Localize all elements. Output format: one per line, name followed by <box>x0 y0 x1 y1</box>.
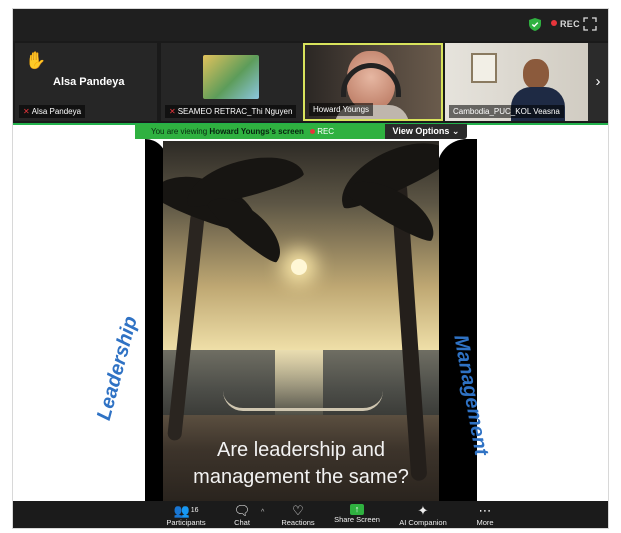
rec-dot-icon <box>551 20 557 26</box>
exit-fullscreen-icon[interactable] <box>583 17 597 31</box>
shared-screen: Are leadership and management the same? … <box>13 139 608 501</box>
participants-button[interactable]: 👥16 Participants <box>163 501 209 528</box>
more-button[interactable]: ⋯ More <box>471 501 499 528</box>
tile-name-label: Cambodia_PUC_KOL Veasna <box>449 105 564 118</box>
mic-muted-icon: ✕ <box>169 107 176 116</box>
tile-big-name: Alsa Pandeya <box>53 76 125 88</box>
video-tile-thi-nguyen[interactable]: ✕ SEAMEO RETRAC_Thi Nguyen <box>161 43 303 121</box>
video-tile-howard[interactable]: Howard Youngs <box>303 43 443 121</box>
hammock <box>223 391 383 411</box>
viewing-banner: You are viewing Howard Youngs's screen R… <box>135 124 385 139</box>
raised-hand-icon: ✋ <box>25 51 47 70</box>
video-tile-alsa[interactable]: ✋ Alsa Pandeya ✕ Alsa Pandeya <box>15 43 157 121</box>
participants-icon: 👥16 <box>173 503 199 518</box>
meeting-toolbar: 👥16 Participants 🗨 Chat ^ ♡ Reactions ↑ … <box>13 501 608 528</box>
sparkle-icon: ✦ <box>417 503 429 518</box>
chevron-up-icon[interactable]: ^ <box>261 509 264 516</box>
slide-word-leadership: Leadership <box>93 313 142 423</box>
top-bar: REC <box>13 9 608 41</box>
rec-dot-icon <box>310 129 316 134</box>
slide-photo: Are leadership and management the same? <box>163 141 439 501</box>
chevron-right-icon: › <box>595 73 601 90</box>
wall-frame <box>471 53 497 83</box>
next-page-button[interactable]: › <box>588 43 608 121</box>
tile-name-label: Howard Youngs <box>309 103 374 116</box>
chat-icon: 🗨 <box>233 503 251 518</box>
share-screen-button[interactable]: ↑ Share Screen <box>331 501 383 528</box>
shield-icon[interactable] <box>529 18 541 31</box>
chat-button[interactable]: 🗨 Chat <box>225 501 259 528</box>
reactions-button[interactable]: ♡ Reactions <box>277 501 319 528</box>
banner-rec: REC <box>310 127 334 136</box>
view-options-button[interactable]: View Options ⌄ <box>385 124 467 139</box>
video-tile-veasna[interactable]: Cambodia_PUC_KOL Veasna <box>445 43 599 121</box>
recording-indicator[interactable]: REC <box>551 19 580 29</box>
participant-video <box>523 59 549 89</box>
meeting-window: REC ✋ Alsa Pandeya ✕ Alsa Pandeya ✕ SEAMEO… <box>12 8 609 529</box>
tile-name-label: ✕ SEAMEO RETRAC_Thi Nguyen <box>165 105 297 118</box>
tile-name-label: ✕ Alsa Pandeya <box>19 105 86 118</box>
mic-muted-icon: ✕ <box>23 107 30 116</box>
ai-companion-button[interactable]: ✦ AI Companion <box>395 501 451 528</box>
slide-question: Are leadership and management the same? <box>193 439 409 488</box>
participant-strip: ✋ Alsa Pandeya ✕ Alsa Pandeya ✕ SEAMEO RET… <box>13 41 608 123</box>
heart-icon: ♡ <box>292 503 304 518</box>
profile-picture <box>203 55 259 99</box>
sun <box>291 259 307 275</box>
share-arrow-icon: ↑ <box>350 504 364 515</box>
more-icon: ⋯ <box>478 503 492 518</box>
